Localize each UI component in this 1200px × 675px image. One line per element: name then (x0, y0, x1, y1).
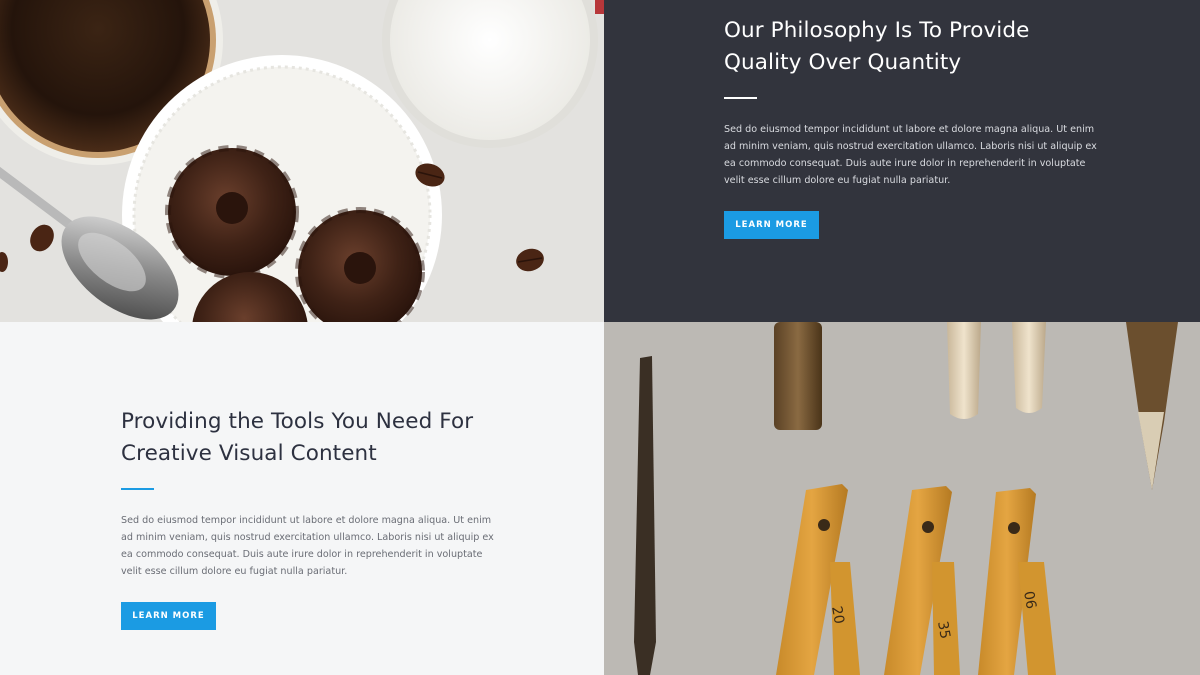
svg-text:20: 20 (828, 605, 847, 625)
philosophy-heading: Our Philosophy Is To Provide Quality Ove… (724, 15, 1104, 79)
philosophy-section: Our Philosophy Is To Provide Quality Ove… (604, 0, 1200, 322)
philosophy-divider (724, 97, 757, 99)
philosophy-body-text: Sed do eiusmod tempor incididunt ut labo… (724, 124, 1097, 186)
tools-rulers-image: 20 35 06 (604, 322, 1200, 675)
tools-heading-line2: Creative Visual Content (121, 441, 377, 466)
tools-heading: Providing the Tools You Need For Creativ… (121, 406, 501, 470)
tools-section: Providing the Tools You Need For Creativ… (0, 322, 604, 675)
svg-text:35: 35 (934, 620, 953, 640)
philosophy-content: Our Philosophy Is To Provide Quality Ove… (724, 15, 1104, 239)
philosophy-heading-line1: Our Philosophy Is To Provide (724, 18, 1030, 43)
tools-body-text: Sed do eiusmod tempor incididunt ut labo… (121, 515, 494, 577)
philosophy-heading-line2: Quality Over Quantity (724, 50, 962, 75)
tools-learn-more-button[interactable]: LEARN MORE (121, 602, 216, 630)
philosophy-learn-more-button[interactable]: LEARN MORE (724, 211, 819, 239)
coffee-pastries-illustration (0, 0, 604, 322)
content-grid: Our Philosophy Is To Provide Quality Ove… (0, 0, 1200, 675)
tools-rulers-illustration: 20 35 06 (604, 322, 1200, 675)
coffee-pastries-image (0, 0, 604, 322)
tools-divider (121, 488, 154, 490)
tools-heading-line1: Providing the Tools You Need For (121, 409, 474, 434)
svg-text:06: 06 (1020, 590, 1039, 610)
tools-content: Providing the Tools You Need For Creativ… (121, 406, 501, 630)
